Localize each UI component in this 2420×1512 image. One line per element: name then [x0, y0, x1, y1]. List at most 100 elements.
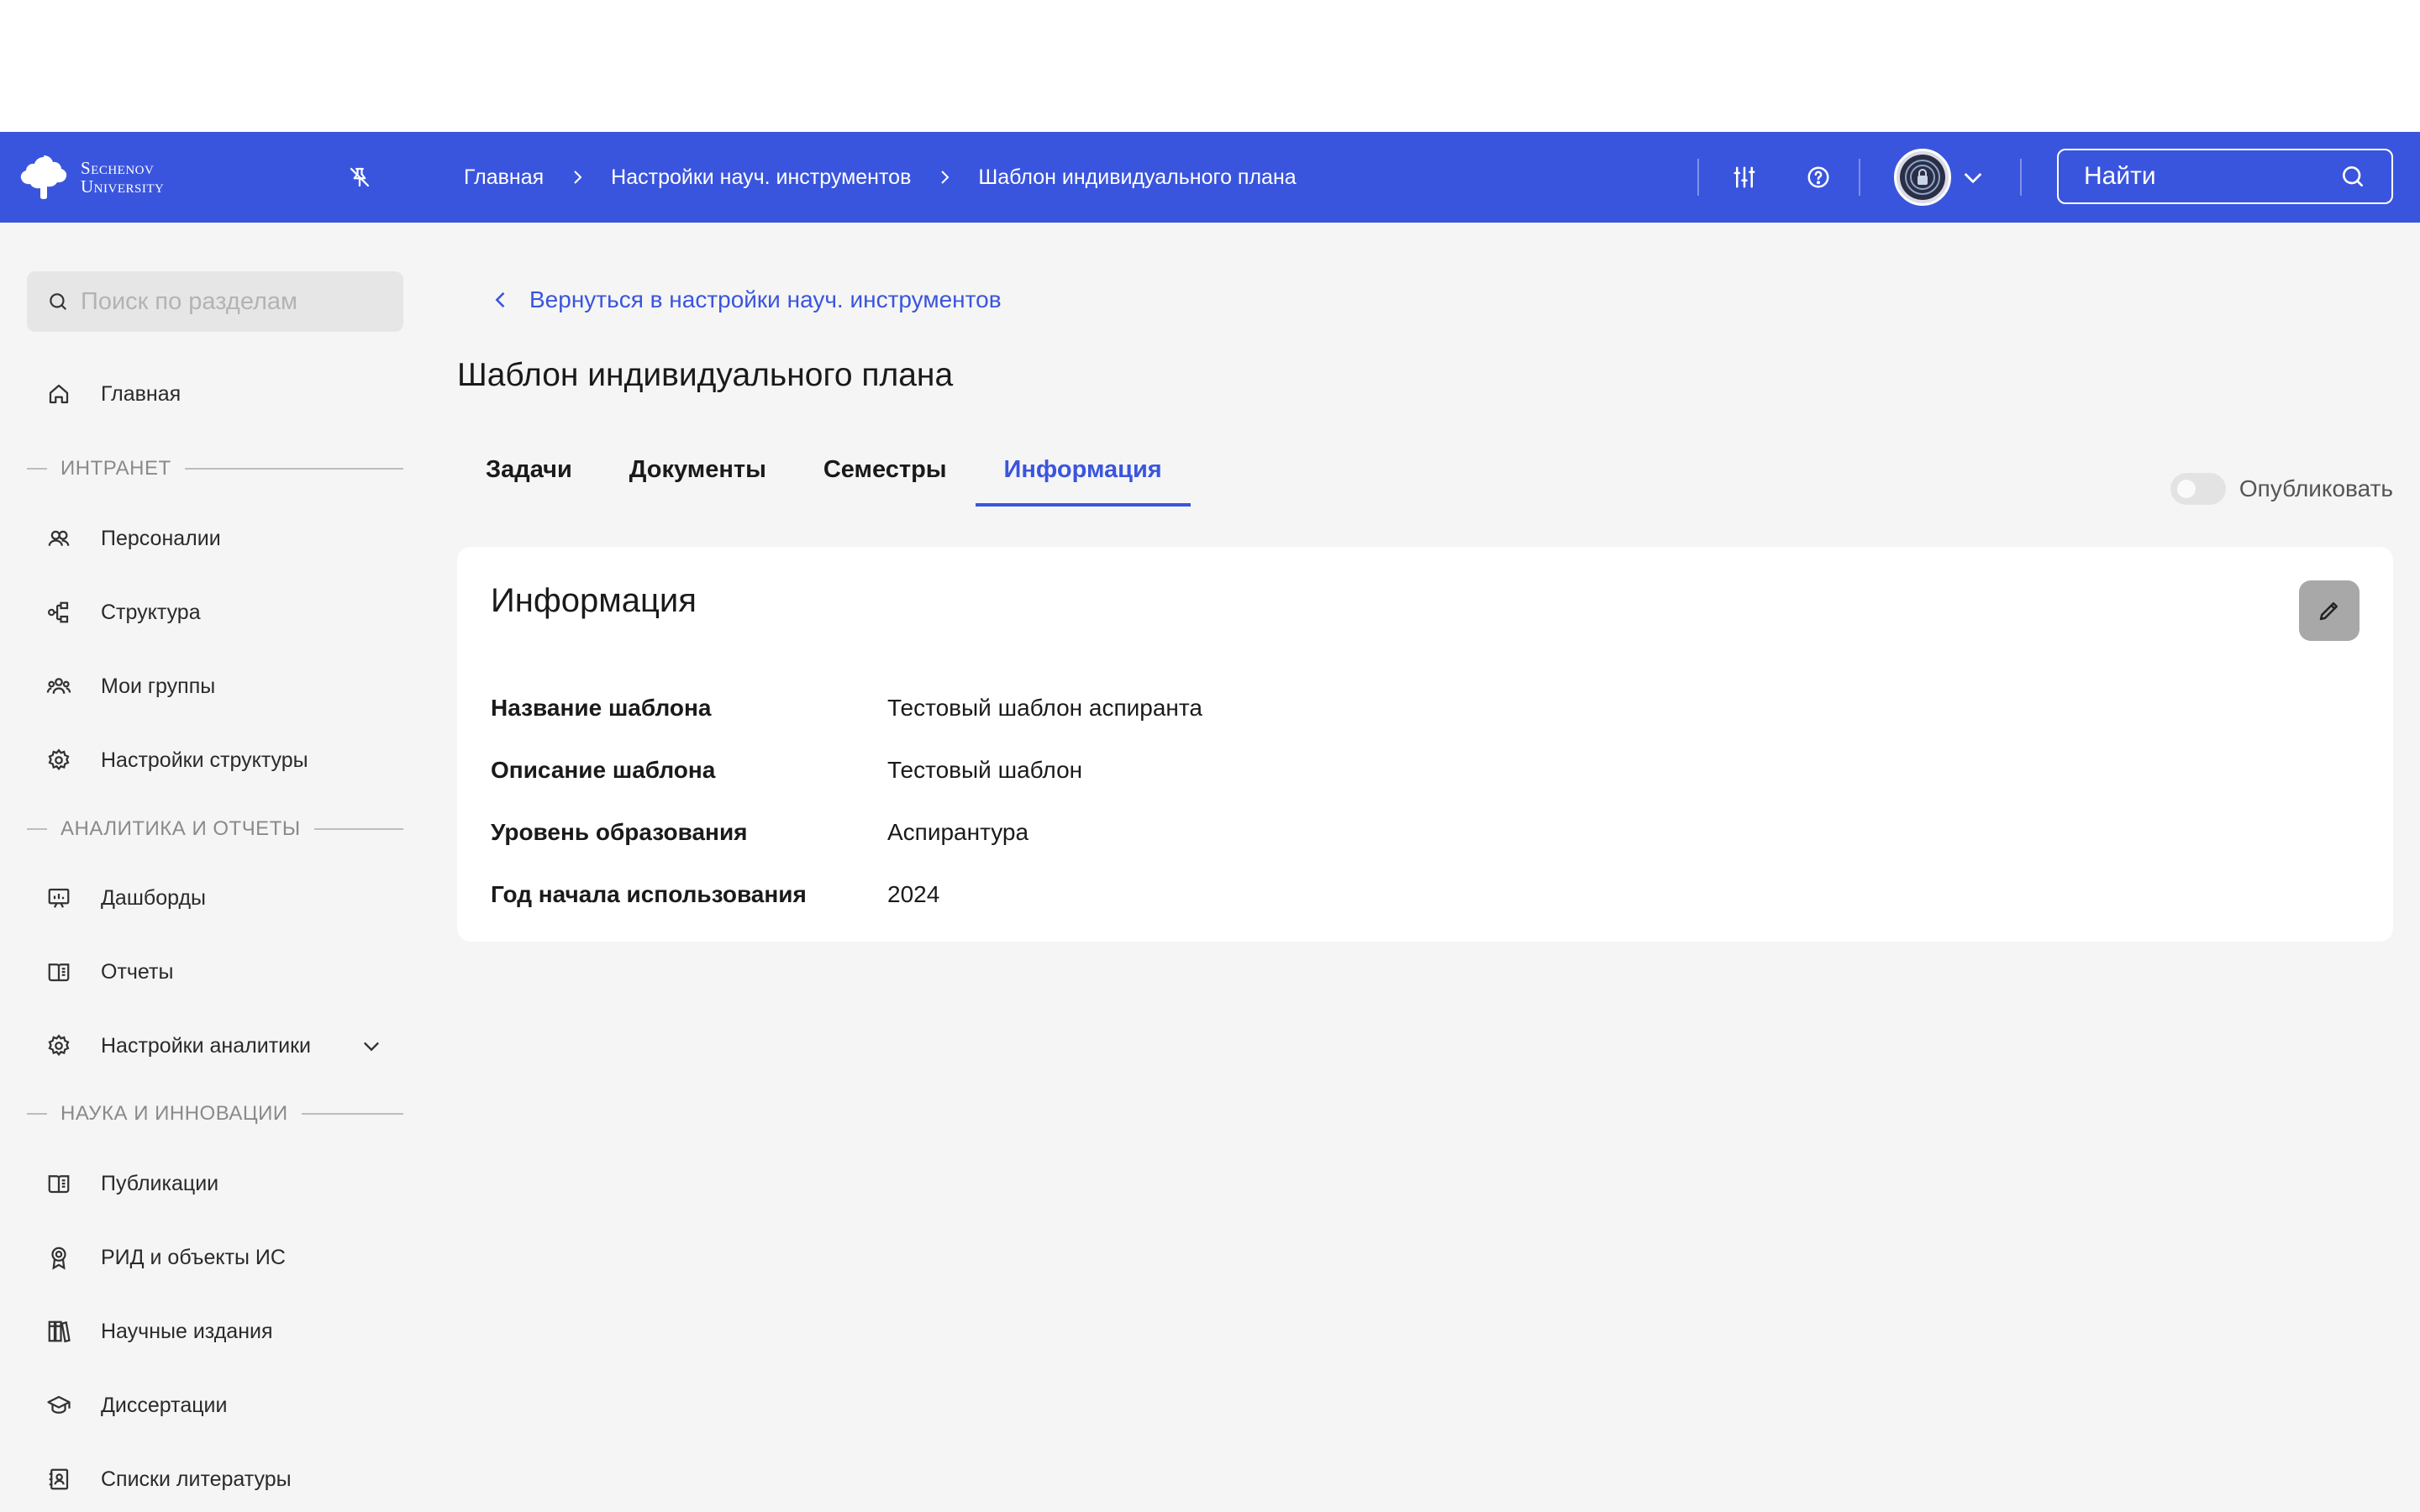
page-title: Шаблон индивидуального плана — [457, 357, 954, 393]
breadcrumb: Главная Настройки науч. инструментов Шаб… — [464, 132, 1297, 223]
pin-off-icon — [350, 167, 370, 187]
tab-information[interactable]: Информация — [975, 443, 1191, 507]
breadcrumb-home[interactable]: Главная — [464, 165, 544, 190]
tabs: Задачи Документы Семестры Информация — [457, 443, 1191, 507]
tab-semesters[interactable]: Семестры — [795, 443, 976, 507]
help-button[interactable] — [1798, 157, 1839, 197]
global-search[interactable] — [2057, 149, 2393, 204]
settings-sliders-button[interactable] — [1724, 157, 1765, 197]
sidebar-item-label: Мои группы — [101, 674, 216, 698]
section-label: НАУКА И ИННОВАЦИИ — [60, 1102, 288, 1125]
logo-tree-icon — [20, 155, 67, 199]
breadcrumb-current: Шаблон индивидуального плана — [978, 165, 1297, 189]
sidebar-item-dashboards[interactable]: Дашборды — [27, 871, 403, 925]
search-icon — [50, 293, 66, 310]
publish-label: Опубликовать — [2238, 475, 2393, 501]
pencil-icon — [2319, 602, 2338, 621]
sidebar-item-label: Диссертации — [101, 1393, 228, 1417]
back-to-tools-settings-link[interactable]: Вернуться в настройки науч. инструментов — [489, 283, 1002, 317]
chevron-down-icon[interactable] — [1960, 164, 1986, 191]
card-title: Информация — [491, 582, 697, 619]
books-icon — [45, 1318, 72, 1345]
edit-button[interactable] — [2299, 580, 2360, 641]
info-row: Уровень образования Аспирантура — [491, 816, 1028, 849]
chevron-right-icon — [566, 165, 589, 189]
sidebar-search-input[interactable] — [81, 287, 383, 316]
book-open-icon — [45, 958, 72, 985]
sidebar-item-dissertations[interactable]: Диссертации — [27, 1378, 403, 1432]
info-label: Описание шаблона — [491, 757, 716, 783]
sidebar-item-label: Персоналии — [101, 526, 221, 550]
info-row: Год начала использования 2024 — [491, 878, 939, 911]
global-search-input[interactable] — [2084, 162, 2336, 191]
top-header: Sechenov University Главная Настройки на… — [0, 132, 2420, 223]
info-row: Название шаблона Тестовый шаблон аспиран… — [491, 691, 1202, 725]
sidebar-search[interactable] — [27, 271, 403, 332]
sidebar-item-label: Настройки структуры — [101, 748, 308, 772]
info-value: Тестовый шаблон аспиранта — [887, 695, 1202, 721]
information-card: Информация Название шаблона Тестовый шаб… — [457, 547, 2393, 942]
sidebar-item-label: Настройки аналитики — [101, 1033, 312, 1058]
toggle-knob — [2176, 480, 2196, 498]
info-row: Описание шаблона Тестовый шаблон — [491, 753, 1082, 787]
sidebar-item-home[interactable]: Главная — [27, 367, 403, 421]
info-value: 2024 — [887, 881, 940, 907]
sidebar-item-reports[interactable]: Отчеты — [27, 945, 403, 999]
sidebar-item-label: Главная — [101, 381, 182, 406]
header-divider — [1697, 159, 1699, 196]
logo-line-1: Sechenov — [81, 158, 155, 178]
section-science: НАУКА И ИННОВАЦИИ — [27, 1101, 403, 1126]
sidebar-item-label: Структура — [101, 600, 201, 624]
chevron-down-icon[interactable] — [360, 1034, 383, 1058]
gear-icon — [45, 747, 72, 774]
sidebar-item-journals[interactable]: Научные издания — [27, 1305, 403, 1358]
top-blank-area — [0, 0, 2420, 132]
logo-text: Sechenov University — [81, 159, 164, 196]
help-circle-icon — [1807, 166, 1829, 188]
publish-toggle[interactable] — [2170, 473, 2226, 505]
sliders-icon — [1733, 166, 1755, 188]
chevron-left-icon — [495, 291, 505, 308]
search-icon[interactable] — [2339, 163, 2366, 190]
fingerprint-lock-icon — [1900, 155, 1945, 200]
breadcrumb-tools-settings[interactable]: Настройки науч. инструментов — [611, 165, 911, 190]
sidebar-item-label: Списки литературы — [101, 1467, 292, 1491]
sidebar-item-literature[interactable]: Списки литературы — [27, 1452, 403, 1506]
info-value: Аспирантура — [887, 819, 1029, 845]
gear-icon — [45, 1032, 72, 1059]
sidebar-item-rid[interactable]: РИД и объекты ИС — [27, 1231, 403, 1284]
section-label: ИНТРАНЕТ — [60, 457, 171, 480]
sidebar-item-label: Публикации — [101, 1171, 219, 1195]
sidebar-item-label: Научные издания — [101, 1319, 273, 1343]
header-divider — [1859, 159, 1860, 196]
sidebar-item-label: Дашборды — [101, 885, 206, 910]
sidebar-item-persons[interactable]: Персоналии — [27, 512, 403, 565]
structure-icon — [45, 599, 72, 626]
info-label: Уровень образования — [491, 819, 748, 845]
unpin-sidebar-button[interactable] — [343, 160, 376, 194]
back-link-label: Вернуться в настройки науч. инструментов — [529, 286, 1002, 312]
dashboard-icon — [45, 885, 72, 911]
sidebar-item-publications[interactable]: Публикации — [27, 1157, 403, 1210]
tab-documents[interactable]: Документы — [601, 443, 795, 507]
users-icon — [45, 525, 72, 552]
sidebar-item-label: РИД и объекты ИС — [101, 1245, 286, 1269]
book-open-icon — [45, 1170, 72, 1197]
sidebar: Главная ИНТРАНЕТ Персоналии Структура Мо… — [0, 223, 437, 1512]
home-icon — [45, 381, 72, 407]
sidebar-item-analytics-settings[interactable]: Настройки аналитики — [27, 1019, 403, 1073]
chevron-right-icon — [933, 165, 956, 189]
graduation-cap-icon — [45, 1392, 72, 1419]
sidebar-item-structure[interactable]: Структура — [27, 585, 403, 639]
user-avatar[interactable] — [1894, 149, 1951, 206]
section-label: АНАЛИТИКА И ОТЧЕТЫ — [60, 817, 301, 840]
header-divider — [2020, 159, 2022, 196]
award-icon — [45, 1244, 72, 1271]
tab-tasks[interactable]: Задачи — [457, 443, 601, 507]
contacts-book-icon — [45, 1466, 72, 1493]
logo[interactable]: Sechenov University — [17, 150, 164, 204]
sidebar-item-structure-settings[interactable]: Настройки структуры — [27, 733, 403, 787]
group-icon — [45, 673, 72, 700]
publish-control: Опубликовать — [2170, 473, 2393, 505]
sidebar-item-my-groups[interactable]: Мои группы — [27, 659, 403, 713]
